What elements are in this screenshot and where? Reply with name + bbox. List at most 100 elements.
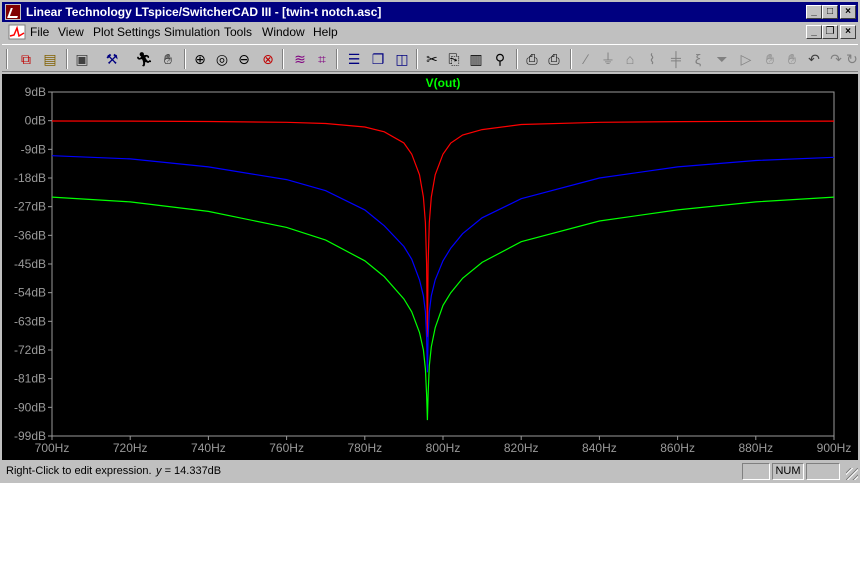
y-tick-label: -45dB [14,257,46,271]
diode-icon[interactable]: ⏷ [712,49,732,69]
x-tick-label: 740Hz [191,441,226,455]
cascade-icon[interactable]: ❐ [368,49,388,69]
zoom-cancel-icon[interactable]: ⊗ [258,49,278,69]
drag-icon[interactable]: ✋︎ [782,49,802,69]
y-tick-label: -99dB [14,429,46,443]
trace-line[interactable] [51,196,835,421]
x-tick-label: 880Hz [738,441,773,455]
toolbar-separator [6,49,8,69]
y-tick-label: -18dB [14,171,46,185]
x-tick-label: 840Hz [582,441,617,455]
inductor-icon[interactable]: ξ [688,49,708,69]
y-tick-label: 0dB [25,114,46,128]
waveform-plot-pane[interactable]: V(out) 700Hz 720Hz 740Hz 760Hz 780Hz 800Hz 820… [2,74,858,460]
y-tick-label: -9dB [21,142,46,156]
x-tick-label: 780Hz [347,441,382,455]
toolbar-separator [282,49,284,69]
x-tick-label: 820Hz [504,441,539,455]
x-tick-label: 720Hz [113,441,148,455]
status-panel-empty [806,463,840,480]
print-setup-icon[interactable]: ⎙ [522,49,542,69]
traces[interactable] [51,120,835,421]
y-tick-label: -63dB [14,314,46,328]
save-icon[interactable]: ▣ [72,49,92,69]
wire-icon[interactable]: ∕ [576,49,596,69]
menu-view[interactable]: View [58,25,84,39]
toolbar-separator [66,49,68,69]
menu-help[interactable]: Help [313,25,338,39]
toolbar-separator [516,49,518,69]
run-icon[interactable]: 🏃︎ [134,49,154,69]
close-button[interactable]: × [840,5,856,19]
window-title: Linear Technology LTspice/SwitcherCAD II… [26,5,382,19]
maximize-button[interactable]: □ [822,5,838,19]
ltspice-window: Linear Technology LTspice/SwitcherCAD II… [0,0,860,483]
rotate-icon[interactable]: ↻ [842,49,860,69]
cursor-y-label: y [156,465,162,477]
status-panel-empty [742,463,770,480]
y-tick-label: -54dB [14,286,46,300]
autorange-icon[interactable]: ≋ [290,49,310,69]
mdi-close-button[interactable]: × [840,25,856,39]
x-tick-label: 860Hz [660,441,695,455]
zoom-out-icon[interactable]: ⊖ [234,49,254,69]
capacitor-icon[interactable]: ╪ [666,49,686,69]
menu-file[interactable]: File [30,25,49,39]
toolbar-separator [336,49,338,69]
open-icon[interactable]: ▤ [40,49,60,69]
toolbar: ⧉ ▤ ▣ ⚒ 🏃︎ ✋︎ ⊕ ◎ ⊖ ⊗ ≋ ⌗ ☰ ❐ ◫ ✂ ⎘ ▥ ⚲ … [2,44,858,72]
y-tick-label: -27dB [14,200,46,214]
menu-plot-settings[interactable]: Plot Settings [93,25,160,39]
label-icon[interactable]: ⌂ [620,49,640,69]
toolbar-separator [416,49,418,69]
title-bar[interactable]: Linear Technology LTspice/SwitcherCAD II… [2,2,858,22]
x-tick-label: 800Hz [426,441,461,455]
halt-icon[interactable]: ✋︎ [158,49,178,69]
cursor-y-readout: y = 14.337dB [156,465,221,477]
toolbar-separator [184,49,186,69]
plot-frame [51,91,835,437]
manual-limits-icon[interactable]: ⌗ [312,49,332,69]
waveform-document-icon[interactable] [8,24,26,40]
paste-icon[interactable]: ▥ [466,49,486,69]
mdi-minimize-button[interactable]: _ [806,25,822,39]
ltspice-app-icon[interactable] [5,4,21,20]
trace-expression-label[interactable]: V(out) [426,76,461,90]
move-icon[interactable]: ✋︎ [760,49,780,69]
menu-bar: File View Plot Settings Simulation Tools… [2,22,858,42]
zoom-area-icon[interactable]: ◎ [212,49,232,69]
trace-line[interactable] [51,155,835,373]
find-icon[interactable]: ⚲ [490,49,510,69]
menu-tools[interactable]: Tools [224,25,252,39]
menu-simulation[interactable]: Simulation [164,25,220,39]
copy-icon[interactable]: ⎘ [444,49,464,69]
ground-icon[interactable]: ⏚ [598,49,618,69]
axis-ticks: 700Hz 720Hz 740Hz 760Hz 780Hz 800Hz 820Hz 840Hz… [14,85,851,455]
menu-window[interactable]: Window [262,25,305,39]
x-tick-label: 900Hz [817,441,852,455]
cursor-y-value: = 14.337dB [164,465,222,477]
y-tick-label: -90dB [14,400,46,414]
component-icon[interactable]: ▷ [736,49,756,69]
control-panel-icon[interactable]: ⚒ [102,49,122,69]
minimize-button[interactable]: _ [806,5,822,19]
y-tick-label: -36dB [14,228,46,242]
toolbar-separator [570,49,572,69]
status-hint: Right-Click to edit expression. [6,465,152,477]
resistor-icon[interactable]: ⌇ [642,49,662,69]
tile-horizontal-icon[interactable]: ☰ [344,49,364,69]
undo-icon[interactable]: ↶ [804,49,824,69]
print-icon[interactable]: ⎙ [544,49,564,69]
waveform-chart[interactable]: V(out) 700Hz 720Hz 740Hz 760Hz 780Hz 800Hz 820… [2,74,858,460]
tile-vertical-icon[interactable]: ◫ [392,49,412,69]
zoom-in-icon[interactable]: ⊕ [190,49,210,69]
cut-icon[interactable]: ✂ [422,49,442,69]
new-schematic-icon[interactable]: ⧉ [16,49,36,69]
x-tick-label: 700Hz [35,441,70,455]
status-bar: Right-Click to edit expression. y = 14.3… [0,462,860,482]
y-tick-label: 9dB [25,85,46,99]
mdi-restore-button[interactable]: ❐ [822,25,838,39]
num-lock-indicator: NUM [772,463,804,480]
resize-grip-icon[interactable] [846,468,858,480]
y-tick-label: -72dB [14,343,46,357]
